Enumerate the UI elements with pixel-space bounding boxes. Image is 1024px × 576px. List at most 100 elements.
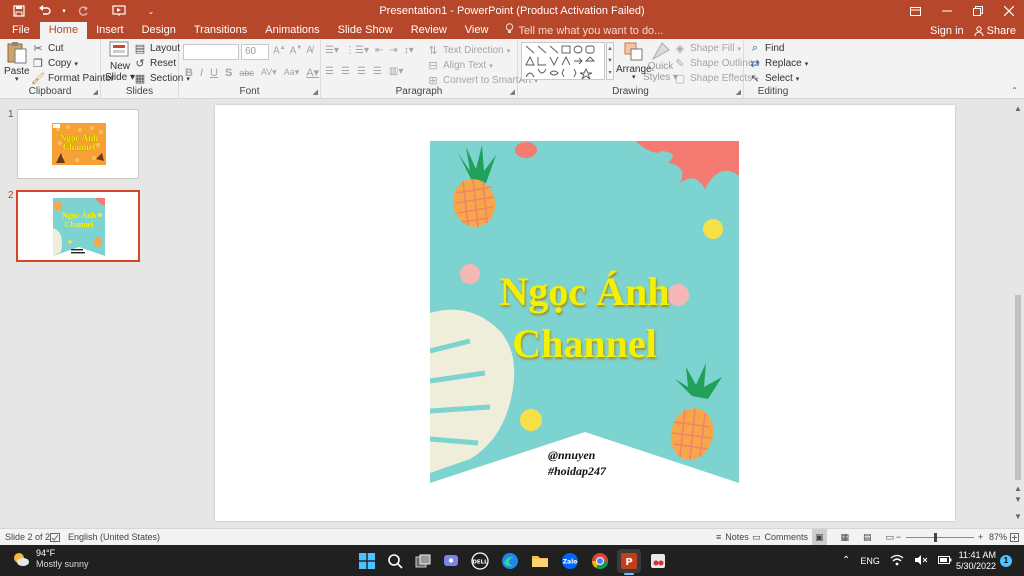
- drawing-launcher-icon[interactable]: ◢: [736, 88, 741, 96]
- minimize-button[interactable]: [931, 0, 962, 22]
- slide-sorter-icon[interactable]: ▦: [841, 529, 850, 545]
- start-button[interactable]: [355, 549, 379, 573]
- weather-widget[interactable]: 94°F Mostly sunny: [12, 548, 89, 570]
- ribbon-display-options-icon[interactable]: [900, 0, 931, 22]
- spelling-icon[interactable]: [50, 529, 60, 545]
- start-from-beginning-icon[interactable]: [108, 1, 130, 21]
- slideshow-view-icon[interactable]: ▭: [886, 529, 895, 545]
- save-icon[interactable]: [8, 1, 30, 21]
- bullets-icon[interactable]: ☰▾: [325, 45, 339, 56]
- clipboard-launcher-icon[interactable]: ◢: [93, 88, 98, 96]
- slide-caption[interactable]: @nnuyen #hoidap247: [548, 447, 606, 479]
- change-case-icon[interactable]: Aa▾: [284, 67, 300, 78]
- font-size-input[interactable]: 60: [241, 44, 269, 60]
- clear-formatting-icon[interactable]: A̸: [306, 45, 313, 56]
- redo-icon[interactable]: [72, 1, 94, 21]
- share-button[interactable]: Share: [974, 25, 1016, 37]
- tab-home[interactable]: Home: [39, 22, 88, 39]
- chrome-button[interactable]: [588, 549, 612, 573]
- increase-indent-icon[interactable]: ⇥: [389, 45, 397, 56]
- notes-button[interactable]: ≡ Notes: [716, 529, 749, 545]
- scroll-down-icon[interactable]: ▼: [1014, 512, 1022, 521]
- banner-image[interactable]: Ngọc Ánh Channel @nnuyen #hoidap247: [430, 141, 739, 483]
- tab-transitions[interactable]: Transitions: [185, 22, 256, 39]
- shapes-scroll-icon[interactable]: ▲ ▼ ▾: [606, 42, 614, 80]
- scroll-up-page-icon[interactable]: ▲: [1014, 484, 1022, 493]
- teams-chat-button[interactable]: [439, 549, 463, 573]
- search-button[interactable]: [383, 549, 407, 573]
- increase-font-icon[interactable]: A▲: [273, 45, 286, 56]
- line-spacing-icon[interactable]: ↕▾: [404, 45, 414, 56]
- shapes-gallery[interactable]: [521, 42, 605, 80]
- fit-slide-icon[interactable]: [1010, 529, 1019, 545]
- italic-icon[interactable]: I: [200, 67, 203, 79]
- bold-icon[interactable]: B: [185, 67, 193, 79]
- underline-icon[interactable]: U: [210, 67, 218, 79]
- tell-me-box[interactable]: Tell me what you want to do...: [505, 22, 663, 39]
- decrease-font-icon[interactable]: A▼: [290, 45, 303, 56]
- replace-button[interactable]: ⇄ Replace ▾: [748, 57, 808, 70]
- tab-view[interactable]: View: [456, 22, 498, 39]
- undo-icon[interactable]: [34, 1, 56, 21]
- dell-app-button[interactable]: DELL: [468, 549, 492, 573]
- slide-thumbnail-2[interactable]: Ngọc Ánh Channel: [16, 190, 140, 262]
- wifi-icon[interactable]: [890, 554, 904, 568]
- notification-badge[interactable]: 1: [1000, 555, 1012, 567]
- normal-view-icon[interactable]: ▣: [812, 529, 827, 545]
- paragraph-launcher-icon[interactable]: ◢: [510, 88, 515, 96]
- shadow-icon[interactable]: S: [225, 67, 232, 79]
- strikethrough-icon[interactable]: abc: [239, 68, 254, 78]
- new-slide-button[interactable]: New Slide ▾: [105, 41, 135, 83]
- input-language[interactable]: ENG: [860, 556, 880, 566]
- copy-button[interactable]: ❐ Copy ▾: [31, 57, 78, 70]
- zoom-in-icon[interactable]: +: [978, 529, 983, 545]
- tab-design[interactable]: Design: [133, 22, 185, 39]
- reading-view-icon[interactable]: ▤: [863, 529, 872, 545]
- reset-button[interactable]: ↺ Reset: [133, 57, 176, 70]
- slide-title[interactable]: Ngọc Ánh Channel: [430, 266, 739, 370]
- task-view-button[interactable]: [411, 549, 435, 573]
- sign-in-link[interactable]: Sign in: [930, 25, 964, 37]
- zoom-slider[interactable]: [906, 529, 974, 545]
- tab-animations[interactable]: Animations: [256, 22, 328, 39]
- file-explorer-button[interactable]: [528, 549, 552, 573]
- align-center-icon[interactable]: ☰: [341, 66, 350, 77]
- restore-button[interactable]: [962, 0, 993, 22]
- select-button[interactable]: ↖ Select ▾: [748, 72, 799, 85]
- align-right-icon[interactable]: ☰: [357, 66, 366, 77]
- zoom-level[interactable]: 87%: [989, 529, 1007, 545]
- paste-button[interactable]: Paste ▾: [4, 41, 30, 83]
- char-spacing-icon[interactable]: AV▾: [261, 67, 277, 78]
- customize-qat-icon[interactable]: ⌄: [140, 1, 162, 21]
- volume-muted-icon[interactable]: [914, 554, 928, 568]
- scroll-thumb[interactable]: [1015, 295, 1021, 480]
- chevron-up-icon[interactable]: ⌃: [842, 555, 850, 566]
- close-button[interactable]: [993, 0, 1024, 22]
- justify-icon[interactable]: ☰: [373, 66, 382, 77]
- comments-button[interactable]: ▭ Comments: [752, 529, 808, 545]
- edge-button[interactable]: [498, 549, 522, 573]
- tab-slide-show[interactable]: Slide Show: [329, 22, 402, 39]
- font-name-input[interactable]: [183, 44, 239, 60]
- snipping-tool-button[interactable]: [646, 549, 670, 573]
- decrease-indent-icon[interactable]: ⇤: [375, 45, 383, 56]
- powerpoint-button[interactable]: P: [617, 549, 641, 573]
- tab-insert[interactable]: Insert: [87, 22, 133, 39]
- undo-dropdown-icon[interactable]: ▾: [60, 1, 68, 21]
- find-button[interactable]: ⌕ Find: [748, 42, 785, 55]
- zalo-button[interactable]: Zalo: [558, 549, 582, 573]
- text-direction-button[interactable]: ⇅ Text Direction ▾: [426, 44, 510, 57]
- battery-icon[interactable]: [937, 555, 952, 567]
- cut-button[interactable]: ✂ Cut: [31, 42, 63, 55]
- font-launcher-icon[interactable]: ◢: [313, 88, 318, 96]
- tab-review[interactable]: Review: [402, 22, 456, 39]
- shape-fill-button[interactable]: ◈ Shape Fill ▾: [673, 42, 741, 55]
- tab-file[interactable]: File: [0, 22, 40, 39]
- vertical-scrollbar[interactable]: ▲ ▲ ▼ ▼: [1012, 100, 1024, 528]
- scroll-up-icon[interactable]: ▲: [1014, 104, 1022, 113]
- zoom-slider-thumb[interactable]: [934, 532, 937, 542]
- zoom-out-icon[interactable]: −: [896, 529, 901, 545]
- slide-canvas[interactable]: Ngọc Ánh Channel @nnuyen #hoidap247: [215, 105, 955, 521]
- columns-icon[interactable]: ▥▾: [389, 66, 403, 77]
- font-color-icon[interactable]: A▾: [306, 66, 319, 79]
